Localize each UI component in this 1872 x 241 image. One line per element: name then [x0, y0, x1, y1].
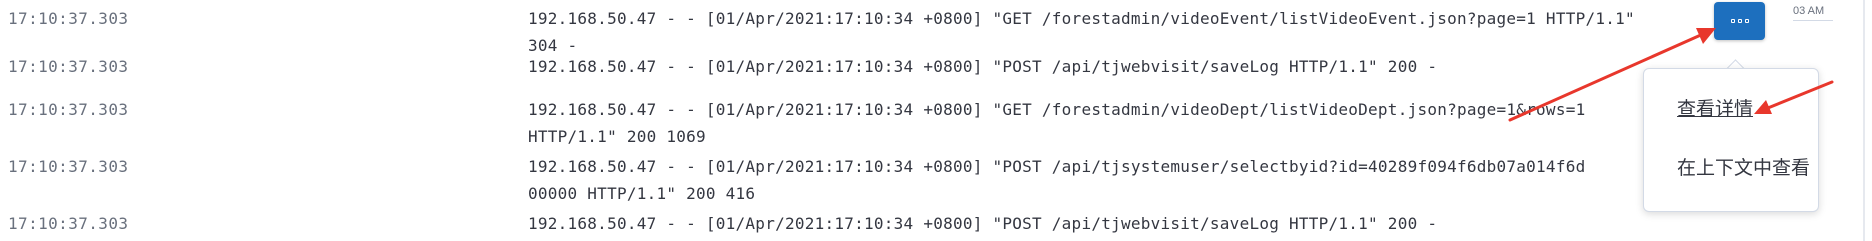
- log-message: 192.168.50.47 - - [01/Apr/2021:17:10:34 …: [528, 9, 1635, 55]
- log-timestamp: 17:10:37.303: [8, 9, 129, 28]
- view-in-context-menu-item[interactable]: 在上下文中查看: [1677, 153, 1810, 180]
- log-message: 192.168.50.47 - - [01/Apr/2021:17:10:34 …: [528, 100, 1586, 146]
- log-timestamp: 17:10:37.303: [8, 57, 129, 76]
- timeline-tick: [1793, 20, 1833, 21]
- view-details-menu-item[interactable]: 查看详情: [1677, 94, 1753, 121]
- log-stream: 17:10:37.303 192.168.50.47 - - [01/Apr/2…: [0, 0, 1872, 241]
- log-message: 192.168.50.47 - - [01/Apr/2021:17:10:34 …: [528, 157, 1586, 203]
- log-timestamp: 17:10:37.303: [8, 214, 129, 233]
- log-message: 192.168.50.47 - - [01/Apr/2021:17:10:34 …: [528, 57, 1438, 76]
- timeline-rail[interactable]: [1863, 0, 1865, 241]
- log-timestamp: 17:10:37.303: [8, 157, 129, 176]
- more-dots-icon: [1730, 19, 1749, 23]
- row-actions-button[interactable]: [1714, 2, 1765, 40]
- timeline-label: 03 AM: [1793, 5, 1825, 17]
- log-timestamp: 17:10:37.303: [8, 100, 129, 119]
- row-actions-popover: 查看详情 在上下文中查看: [1643, 68, 1819, 212]
- log-message: 192.168.50.47 - - [01/Apr/2021:17:10:34 …: [528, 214, 1438, 233]
